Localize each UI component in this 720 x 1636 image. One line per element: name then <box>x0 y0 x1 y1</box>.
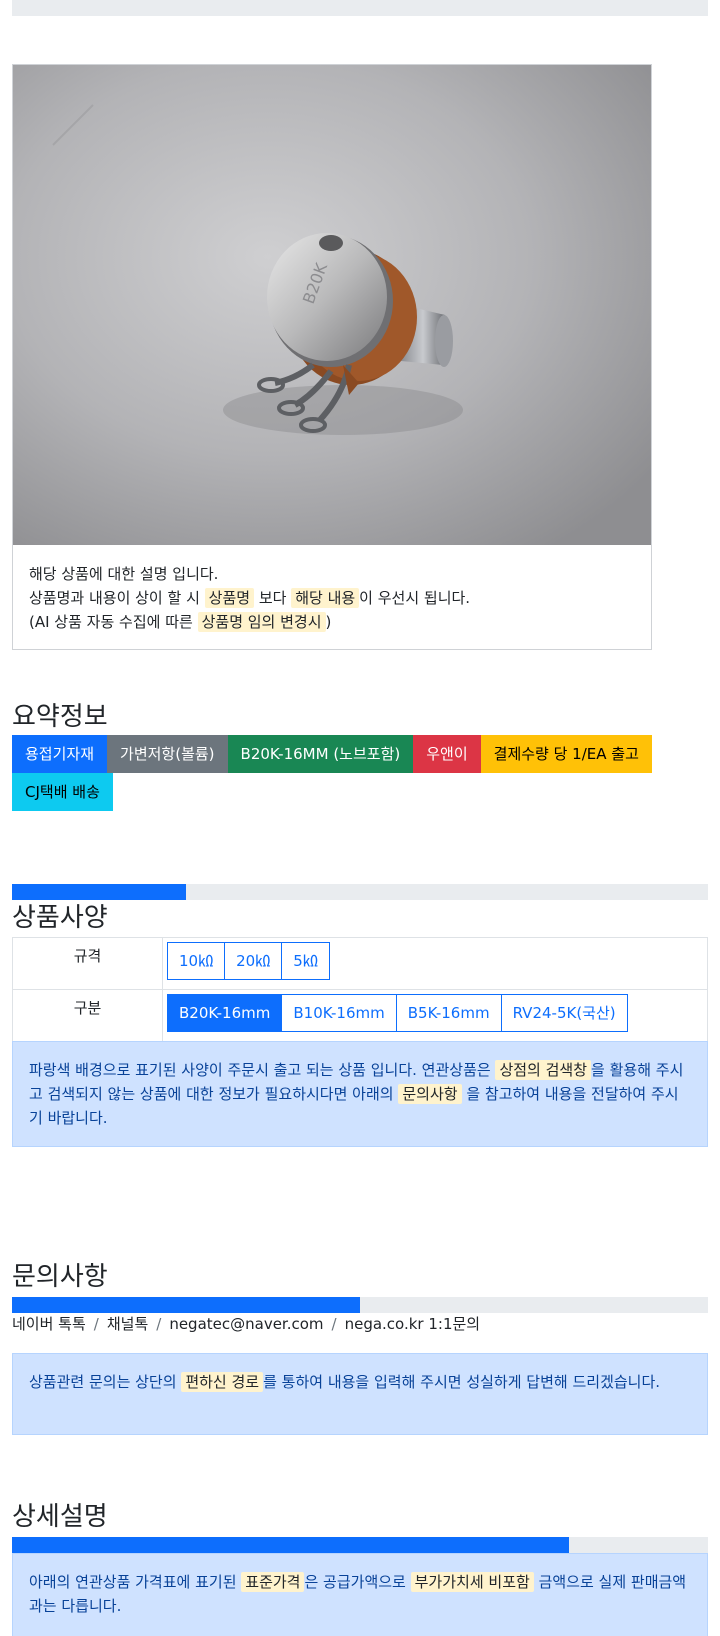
detail-heading: 상세설명 <box>12 1502 108 1532</box>
highlight-content: 해당 내용 <box>291 588 360 608</box>
inquiry-progress-bar <box>12 1297 708 1313</box>
summary-heading: 요약정보 <box>12 702 108 732</box>
highlight-vat-excluded: 부가가치세 비포함 <box>410 1572 534 1592</box>
description-line-1: 해당 상품에 대한 설명 입니다. <box>29 565 219 583</box>
highlight-product-name: 상품명 <box>204 588 255 608</box>
inquiry-progress-fill <box>12 1297 360 1313</box>
option-5k[interactable]: 5㏀ <box>281 942 330 980</box>
spec-options-size: 10㏀ 20㏀ 5㏀ <box>162 937 708 990</box>
channel-naver-talktalk[interactable]: 네이버 톡톡 <box>12 1315 86 1333</box>
description-line-3: (AI 상품 자동 수집에 따른 상품명 임의 변경시) <box>29 612 332 632</box>
highlight-convenient-route: 편하신 경로 <box>181 1372 264 1392</box>
badge-quantity: 결제수량 당 1/EA 출고 <box>480 735 652 773</box>
spec-options-type: B20K-16mm B10K-16mm B5K-16mm RV24-5K(국산) <box>162 989 708 1042</box>
spec-notice: 파랑색 배경으로 표기된 사양이 주문시 출고 되는 상품 입니다. 연관상품은… <box>12 1041 708 1147</box>
spec-heading: 상품사양 <box>12 903 108 933</box>
detail-notice: 아래의 연관상품 가격표에 표기된 표준가격 은 공급가액으로 부가가치세 비포함… <box>12 1553 708 1636</box>
badge-category: 용접기자재 <box>12 735 108 773</box>
badge-shipping: CJ택배 배송 <box>12 773 113 811</box>
product-description: 해당 상품에 대한 설명 입니다. 상품명과 내용이 상이 할 시 상품명 보다… <box>13 545 651 634</box>
badge-subcategory: 가변저항(볼륨) <box>107 735 228 773</box>
badge-model: B20K-16MM (노브포함) <box>227 735 414 773</box>
spec-row-size: 규격 10㏀ 20㏀ 5㏀ <box>12 937 708 990</box>
channel-website-inquiry[interactable]: nega.co.kr 1:1문의 <box>345 1315 481 1333</box>
highlight-search-box: 상점의 검색창 <box>495 1060 592 1080</box>
product-card: B20K 해당 상품에 대한 설명 입니다. 상품명과 내용이 상이 할 시 상… <box>12 64 652 650</box>
detail-progress-fill <box>12 1537 569 1553</box>
top-progress-fill <box>12 0 708 16</box>
product-photo: B20K <box>13 65 651 545</box>
badge-brand: 우앤이 <box>413 735 481 773</box>
option-10k[interactable]: 10㏀ <box>167 942 226 980</box>
channel-separator: / <box>93 1315 99 1333</box>
highlight-standard-price: 표준가격 <box>241 1572 305 1592</box>
spec-row-type: 구분 B20K-16mm B10K-16mm B5K-16mm RV24-5K(… <box>12 989 708 1042</box>
channel-separator: / <box>331 1315 337 1333</box>
inquiry-heading: 문의사항 <box>12 1262 108 1292</box>
spec-label-size: 규격 <box>12 937 163 990</box>
detail-progress-bar <box>12 1537 708 1553</box>
option-20k[interactable]: 20㏀ <box>224 942 283 980</box>
option-b10k-16mm[interactable]: B10K-16mm <box>281 994 397 1032</box>
top-progress-bar <box>12 0 708 16</box>
highlight-inquiry: 문의사항 <box>398 1084 462 1104</box>
summary-badges: 용접기자재 가변저항(볼륨) B20K-16MM (노브포함) 우앤이 결제수량… <box>12 735 702 811</box>
description-line-2: 상품명과 내용이 상이 할 시 상품명 보다 해당 내용 이 우선시 됩니다. <box>29 588 471 608</box>
highlight-name-change: 상품명 임의 변경시 <box>197 612 326 632</box>
spec-label-type: 구분 <box>12 989 163 1042</box>
spec-table: 규격 10㏀ 20㏀ 5㏀ 구분 B20K-16mm B10K-16mm B5K… <box>12 937 708 1042</box>
potentiometer-image: B20K <box>13 65 651 545</box>
inquiry-notice: 상품관련 문의는 상단의 편하신 경로 를 통하여 내용을 입력해 주시면 성실하… <box>12 1353 708 1435</box>
option-b5k-16mm[interactable]: B5K-16mm <box>395 994 502 1032</box>
inquiry-channels: 네이버 톡톡 / 채널톡 / negatec@naver.com / nega.co.kr … <box>12 1313 480 1334</box>
channel-email[interactable]: negatec@naver.com <box>169 1315 323 1333</box>
option-rv24-5k[interactable]: RV24-5K(국산) <box>500 994 628 1032</box>
channel-separator: / <box>156 1315 162 1333</box>
channel-channeltalk[interactable]: 채널톡 <box>107 1315 148 1333</box>
spec-progress-bar <box>12 884 708 900</box>
option-b20k-16mm[interactable]: B20K-16mm <box>167 994 283 1032</box>
